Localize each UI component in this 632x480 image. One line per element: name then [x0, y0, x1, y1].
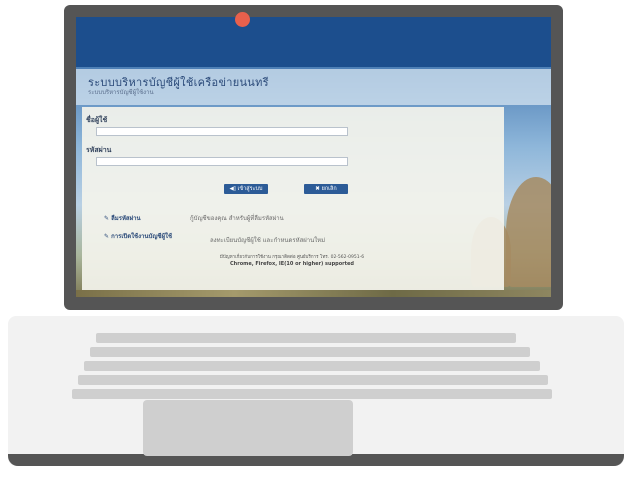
forgot-password-label: ลืมรหัสผ่าน [111, 215, 141, 222]
activate-account-description: ลงทะเบียนบัญชีผู้ใช้ และกำหนดรหัสผ่านใหม… [210, 237, 326, 244]
cancel-button[interactable]: ✖ ยกเลิก [304, 184, 348, 194]
trackpad [143, 400, 353, 456]
laptop-screen: ระบบบริหารบัญชีผู้ใช้เครือข่ายนนทรี ระบบ… [76, 17, 551, 297]
keyboard-row [84, 361, 540, 371]
support-contact: มีปัญหาเกี่ยวกับการใช้งาน กรุณาติดต่อ ศู… [219, 255, 365, 260]
login-button[interactable]: ◀] เข้าสู่ระบบ [224, 184, 268, 194]
activate-account-link[interactable]: ✎ การเปิดใช้งานบัญชีผู้ใช้ [104, 231, 200, 241]
keyboard-row [96, 333, 516, 343]
login-panel: ชื่อผู้ใช้ รหัสผ่าน ◀] เข้าสู่ระบบ ✖ ยกเ… [82, 107, 504, 290]
username-label: ชื่อผู้ใช้ [86, 116, 108, 124]
camera-icon [235, 12, 250, 27]
keyboard-row [72, 389, 552, 399]
header-band [76, 17, 551, 67]
password-input[interactable] [96, 157, 348, 166]
system-subtitle: ระบบบริหารบัญชีผู้ใช้งาน [88, 89, 154, 96]
forgot-password-link[interactable]: ✎ ลืมรหัสผ่าน [104, 213, 141, 223]
browser-support: Chrome, Firefox, IE(10 or higher) suppor… [230, 261, 354, 267]
password-label: รหัสผ่าน [86, 146, 112, 154]
forgot-password-description: กู้บัญชีของคุณ สำหรับผู้ที่ลืมรหัสผ่าน [190, 215, 284, 222]
keyboard-row [90, 347, 530, 357]
activate-account-label: การเปิดใช้งานบัญชีผู้ใช้ [111, 233, 173, 240]
username-input[interactable] [96, 127, 348, 136]
background-ground [76, 290, 551, 297]
keyboard-row [78, 375, 548, 385]
